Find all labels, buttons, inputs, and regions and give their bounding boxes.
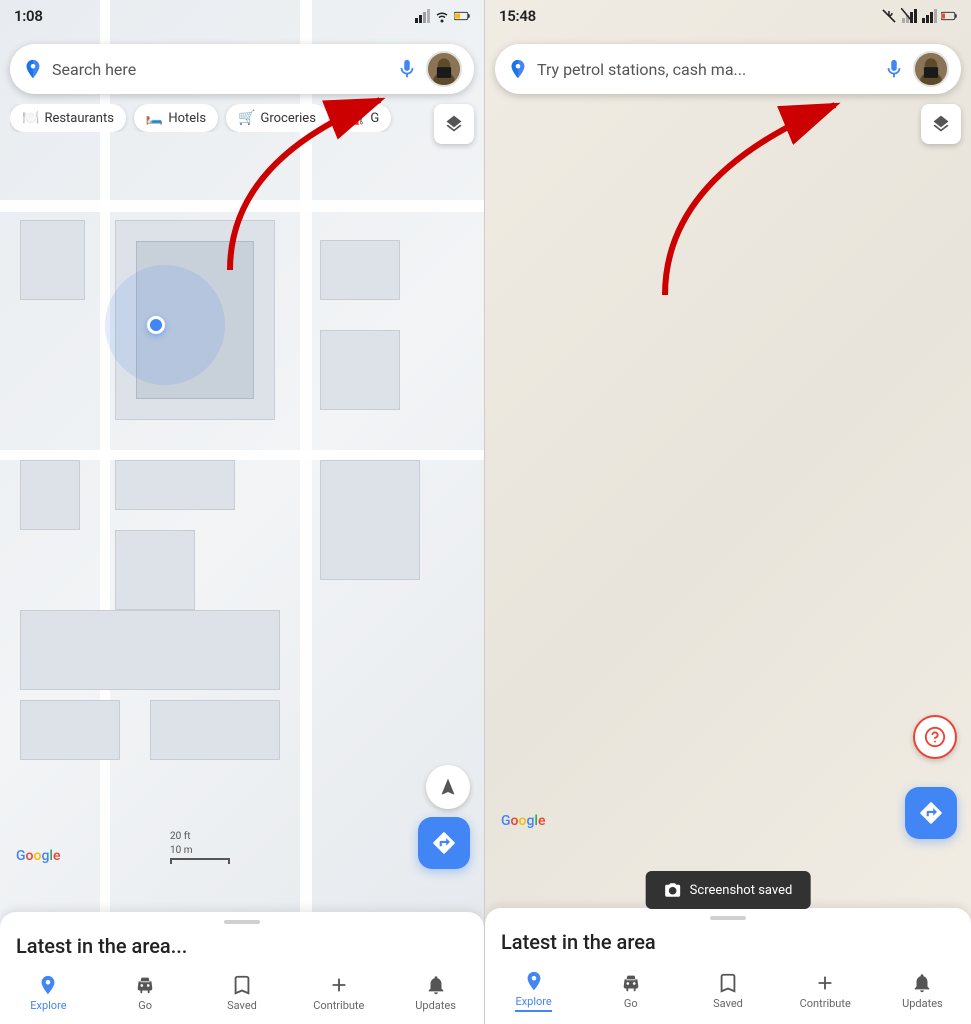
updates-icon-left bbox=[425, 974, 447, 996]
maps-pin-icon-left bbox=[22, 58, 44, 80]
mic-icon-left[interactable] bbox=[396, 58, 418, 80]
explore-icon-right bbox=[523, 970, 545, 992]
time-right: 15:48 bbox=[499, 7, 536, 25]
bottom-nav-right: Explore Go Saved Contribute bbox=[485, 962, 971, 1024]
question-button-right[interactable] bbox=[913, 715, 957, 759]
cart-icon: 🛒 bbox=[238, 110, 255, 126]
nav-updates-label-right: Updates bbox=[902, 997, 943, 1010]
contribute-icon-left bbox=[328, 974, 350, 996]
updates-icon-right bbox=[911, 972, 933, 994]
sheet-title-left: Latest in the area... bbox=[0, 924, 484, 966]
nav-explore-left[interactable]: Explore bbox=[0, 974, 97, 1012]
nav-contribute-label-right: Contribute bbox=[800, 997, 851, 1010]
scale-line-left: 20 ft 10 m bbox=[170, 831, 193, 856]
pill-gas[interactable]: ⛽ G bbox=[336, 104, 391, 132]
blue-nav-button-right[interactable] bbox=[905, 787, 957, 839]
saved-icon-right bbox=[717, 972, 739, 994]
compass-icon-left bbox=[438, 777, 458, 797]
location-dot bbox=[147, 316, 165, 334]
mute-icon bbox=[881, 8, 897, 24]
nav-updates-right[interactable]: Updates bbox=[874, 972, 971, 1010]
directions-icon-right bbox=[918, 800, 944, 826]
bed-icon: 🛏️ bbox=[146, 110, 163, 126]
status-bar-left: 1:08 bbox=[0, 0, 484, 32]
bottom-sheet-left: Latest in the area... Explore Go Saved bbox=[0, 912, 484, 1024]
nav-explore-label-left: Explore bbox=[30, 999, 66, 1012]
scale-ruler-left bbox=[170, 858, 230, 864]
status-icons-right bbox=[881, 8, 957, 24]
nav-saved-left[interactable]: Saved bbox=[194, 974, 291, 1012]
go-icon-left bbox=[134, 974, 156, 996]
time-left: 1:08 bbox=[14, 7, 43, 25]
nav-contribute-label-left: Contribute bbox=[313, 999, 364, 1012]
nav-saved-label-left: Saved bbox=[227, 999, 257, 1012]
pill-hotels-label: Hotels bbox=[168, 111, 206, 126]
nav-updates-label-left: Updates bbox=[415, 999, 456, 1012]
status-bar-right: 15:48 bbox=[485, 0, 971, 32]
fork-knife-icon: 🍽️ bbox=[22, 110, 39, 126]
gas-icon: ⛽ bbox=[348, 110, 365, 126]
category-pills-left: 🍽️ Restaurants 🛏️ Hotels 🛒 Groceries ⛽ G bbox=[10, 104, 474, 132]
nav-updates-left[interactable]: Updates bbox=[387, 974, 484, 1012]
left-phone: 1:08 bbox=[0, 0, 485, 1024]
nav-arrow-button-left[interactable] bbox=[426, 765, 470, 809]
search-placeholder-right: Try petrol stations, cash ma... bbox=[537, 60, 875, 79]
explore-icon-left bbox=[37, 974, 59, 996]
battery-icon bbox=[454, 8, 470, 24]
avatar-right[interactable] bbox=[913, 51, 949, 87]
scale-ft: 20 ft bbox=[170, 831, 193, 842]
nav-saved-right[interactable]: Saved bbox=[679, 972, 776, 1010]
signal-icon-right bbox=[921, 8, 937, 24]
search-placeholder-left: Search here bbox=[52, 60, 388, 79]
mic-icon-right[interactable] bbox=[883, 58, 905, 80]
screenshot-icon bbox=[664, 881, 682, 899]
bottom-nav-left: Explore Go Saved Contribute bbox=[0, 966, 484, 1024]
nav-saved-label-right: Saved bbox=[713, 997, 743, 1010]
nav-go-left[interactable]: Go bbox=[97, 974, 194, 1012]
nav-explore-right[interactable]: Explore bbox=[485, 970, 582, 1012]
toast-text: Screenshot saved bbox=[690, 883, 793, 898]
avatar-left[interactable] bbox=[426, 51, 462, 87]
status-icons-left bbox=[414, 8, 470, 24]
maps-pin-icon-right bbox=[507, 58, 529, 80]
google-logo-left: Google bbox=[16, 848, 60, 864]
nav-contribute-right[interactable]: Contribute bbox=[777, 972, 874, 1010]
pill-hotels[interactable]: 🛏️ Hotels bbox=[134, 104, 218, 132]
blue-nav-button-left[interactable] bbox=[418, 817, 470, 869]
nav-go-right[interactable]: Go bbox=[582, 972, 679, 1010]
directions-icon-left bbox=[431, 830, 457, 856]
location-halo bbox=[105, 265, 225, 385]
nav-contribute-left[interactable]: Contribute bbox=[290, 974, 387, 1012]
pill-groceries-label: Groceries bbox=[261, 111, 316, 126]
pill-gas-label: G bbox=[370, 111, 379, 126]
scale-bar-left: 20 ft 10 m bbox=[170, 831, 230, 864]
nav-go-label-left: Go bbox=[138, 999, 152, 1012]
pill-groceries[interactable]: 🛒 Groceries bbox=[226, 104, 328, 132]
bottom-sheet-right: Latest in the area Explore Go Saved bbox=[485, 908, 971, 1024]
pill-restaurants[interactable]: 🍽️ Restaurants bbox=[10, 104, 126, 132]
layers-icon-right bbox=[931, 114, 951, 134]
scale-m: 10 m bbox=[170, 845, 193, 856]
wifi-icon bbox=[434, 8, 450, 24]
sheet-title-right: Latest in the area bbox=[485, 920, 971, 962]
question-icon-right bbox=[924, 726, 946, 748]
saved-icon-left bbox=[231, 974, 253, 996]
nav-go-label-right: Go bbox=[624, 997, 638, 1010]
search-bar-right[interactable]: Try petrol stations, cash ma... bbox=[495, 44, 961, 94]
google-logo-right: Google bbox=[501, 813, 545, 829]
map-left[interactable] bbox=[0, 0, 484, 1024]
layers-icon-left bbox=[444, 114, 464, 134]
no-signal-icon bbox=[901, 8, 917, 24]
go-icon-right bbox=[620, 972, 642, 994]
contribute-icon-right bbox=[814, 972, 836, 994]
screenshot-toast: Screenshot saved bbox=[646, 871, 811, 909]
nav-explore-label-right: Explore bbox=[515, 995, 551, 1012]
right-phone: 15:48 bbox=[485, 0, 971, 1024]
layer-button-right[interactable] bbox=[921, 104, 961, 144]
search-bar-left[interactable]: Search here bbox=[10, 44, 474, 94]
battery-icon-right bbox=[941, 8, 957, 24]
layer-button-left[interactable] bbox=[434, 104, 474, 144]
pill-restaurants-label: Restaurants bbox=[44, 111, 113, 126]
signal-icon bbox=[414, 8, 430, 24]
